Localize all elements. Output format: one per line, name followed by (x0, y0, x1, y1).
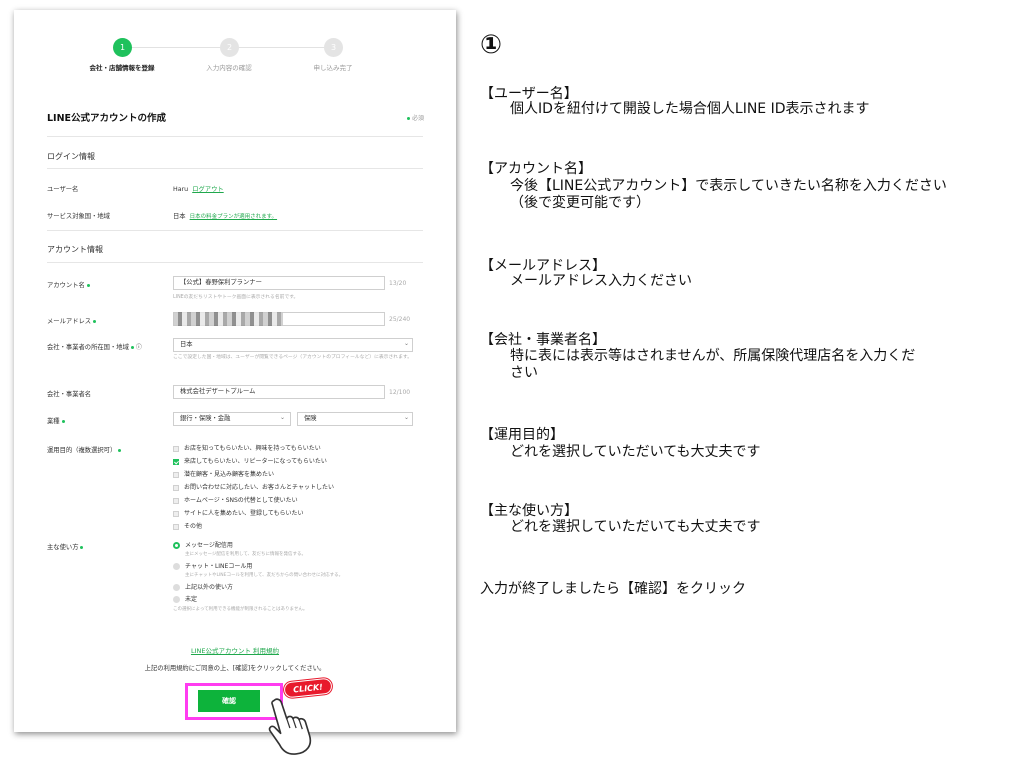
explain-heading: 【主な使い方】 (480, 503, 578, 519)
final-instruction: 入力が終了しましたら【確認】をクリック (480, 581, 746, 597)
company-counter: 12/100 (389, 389, 411, 396)
explain-text: メールアドレス入力ください (510, 273, 692, 289)
usage-label: 主な使い方 (47, 542, 85, 551)
service-label: サービス対象国・地域 (47, 213, 110, 220)
usage-radio[interactable]: 上記以外の使い方 (173, 582, 233, 591)
explain-text: どれを選択していただいても大丈夫です (510, 444, 761, 460)
divider (47, 262, 423, 263)
pricing-plan-link[interactable]: 日本の料金プランが適用されます。 (190, 214, 277, 220)
purpose-checkbox[interactable]: お店を知ってもらいたい、興味を持ってもらいたい (173, 443, 321, 452)
checkbox-icon (173, 471, 179, 478)
usage-desc: 主にメッセージ配信を利用して、友だちに情報を発信する。 (185, 552, 307, 557)
purpose-checkbox[interactable]: その他 (173, 521, 202, 530)
login-section-title: ログイン情報 (47, 152, 95, 161)
checkbox-icon (173, 523, 179, 530)
required-dot-icon (406, 117, 410, 120)
explain-heading: 【運用目的】 (480, 427, 564, 443)
confirm-button[interactable]: 確認 (198, 690, 260, 712)
chevron-down-icon: ⌄ (404, 414, 410, 421)
step-connector (132, 47, 228, 48)
company-input[interactable]: 株式会社デザートプルーム (173, 385, 385, 399)
required-dot-icon (130, 345, 134, 349)
username-value: Haru ログアウト (173, 186, 224, 193)
checkbox-icon (173, 497, 179, 504)
purpose-checkbox[interactable]: ホームページ・SNSの代替として使いたい (173, 495, 298, 504)
purpose-checkbox[interactable]: 潜在顧客・見込み顧客を集めたい (173, 469, 274, 478)
explain-heading: 【アカウント名】 (480, 161, 592, 177)
step-indicator: 1 2 3 会社・店舗情報を登録 入力内容の確認 申し込み完了 (14, 36, 456, 76)
required-dot-icon (61, 419, 65, 423)
required-dot-icon (93, 319, 97, 323)
chevron-down-icon: ⌄ (404, 340, 410, 347)
checkbox-checked-icon (173, 458, 179, 465)
explain-heading: 【会社・事業者名】 (480, 332, 606, 348)
checkbox-icon (173, 445, 179, 452)
usage-radio[interactable]: メッセージ配信用 (173, 540, 233, 549)
service-value: 日本 日本の料金プランが適用されます。 (173, 213, 278, 220)
account-name-counter: 13/20 (389, 280, 407, 287)
email-blurred-value (173, 312, 283, 326)
checkbox-icon (173, 484, 179, 491)
step-3-label: 申し込み完了 (313, 64, 353, 72)
account-section-title: アカウント情報 (47, 245, 103, 254)
radio-selected-icon (173, 542, 180, 549)
terms-note: 上記の利用規約にご同意の上、[確認]をクリックしてください。 (144, 665, 326, 672)
terms-link-row: LINE公式アカウント 利用規約 (14, 645, 456, 655)
radio-icon (173, 584, 180, 591)
email-counter: 25/240 (389, 316, 411, 323)
industry-select-main[interactable]: 銀行・保険・金融 (173, 412, 291, 426)
required-dot-icon (118, 448, 122, 452)
usage-desc: 主にチャットやLINEコールを利用して、友だちからの問い合わせに対応する。 (185, 573, 344, 578)
terms-link[interactable]: LINE公式アカウント 利用規約 (191, 647, 279, 655)
industry-label: 業種 (47, 416, 67, 425)
company-label: 会社・事業者名 (47, 391, 92, 398)
account-name-help: LINEの友だちリストやトーク画面に表示される名前です。 (173, 295, 299, 300)
divider (47, 230, 423, 231)
username-label: ユーザー名 (47, 186, 79, 193)
account-name-input[interactable]: 【公式】春野保利プランナー (173, 276, 385, 290)
purpose-checkbox[interactable]: サイトに人を集めたい、登録してもらいたい (173, 508, 304, 517)
country-label: 会社・事業者の所在国・地域 ⓘ (47, 344, 142, 351)
step-connector (238, 47, 334, 48)
form-title: LINE公式アカウントの作成 (47, 113, 167, 124)
step-2-circle: 2 (220, 38, 239, 57)
country-help: ここで設定した国・地域は、ユーザーが閲覧できるページ（アカウントのプロフィールな… (173, 355, 412, 360)
usage-footnote: この選択によって利用できる機能が制限されることはありません。 (173, 607, 308, 612)
explain-heading: 【メールアドレス】 (480, 258, 606, 274)
required-dot-icon (86, 283, 90, 287)
radio-icon (173, 596, 180, 603)
chevron-down-icon: ⌄ (280, 414, 286, 421)
step-3-circle: 3 (324, 38, 343, 57)
explain-text: どれを選択していただいても大丈夫です (510, 519, 761, 535)
explain-text: 今後【LINE公式アカウント】で表示していきたい名称を入力ください（後で変更可能… (510, 178, 947, 211)
explain-text: 特に表には表示等はされませんが、所属保険代理店名を入力ください (510, 348, 916, 381)
required-note: 必須 (405, 113, 424, 122)
pointing-hand-icon (268, 698, 312, 755)
checkbox-icon (173, 510, 179, 517)
divider (47, 136, 423, 137)
help-circle-icon[interactable]: ⓘ (136, 344, 142, 351)
divider (47, 168, 423, 169)
radio-icon (173, 563, 180, 570)
explain-text: 個人IDを紐付けて開設した場合個人LINE ID表示されます (510, 101, 870, 117)
country-select[interactable]: 日本 (173, 338, 413, 352)
step-1-label: 会社・店舗情報を登録 (89, 64, 155, 72)
step-2-label: 入力内容の確認 (206, 64, 252, 72)
email-label: メールアドレス (47, 316, 98, 325)
account-name-label: アカウント名 (47, 280, 92, 289)
purpose-checkbox[interactable]: 来店してもらいたい、リピーターになってもらいたい (173, 456, 327, 465)
explain-heading: 【ユーザー名】 (480, 86, 578, 102)
usage-radio[interactable]: 未定 (173, 594, 197, 603)
required-dot-icon (80, 545, 84, 549)
purpose-label: 運用目的（複数選択可） (47, 445, 123, 454)
industry-select-sub[interactable]: 保険 (297, 412, 413, 426)
step-1-circle: 1 (113, 38, 132, 57)
form-screenshot: 1 2 3 会社・店舗情報を登録 入力内容の確認 申し込み完了 LINE公式アカ… (14, 10, 456, 732)
purpose-checkbox[interactable]: お問い合わせに対応したい、お客さんとチャットしたい (173, 482, 334, 491)
step-number: ① (480, 30, 503, 60)
logout-link[interactable]: ログアウト (192, 186, 223, 193)
usage-radio[interactable]: チャット・LINEコール用 (173, 561, 252, 570)
